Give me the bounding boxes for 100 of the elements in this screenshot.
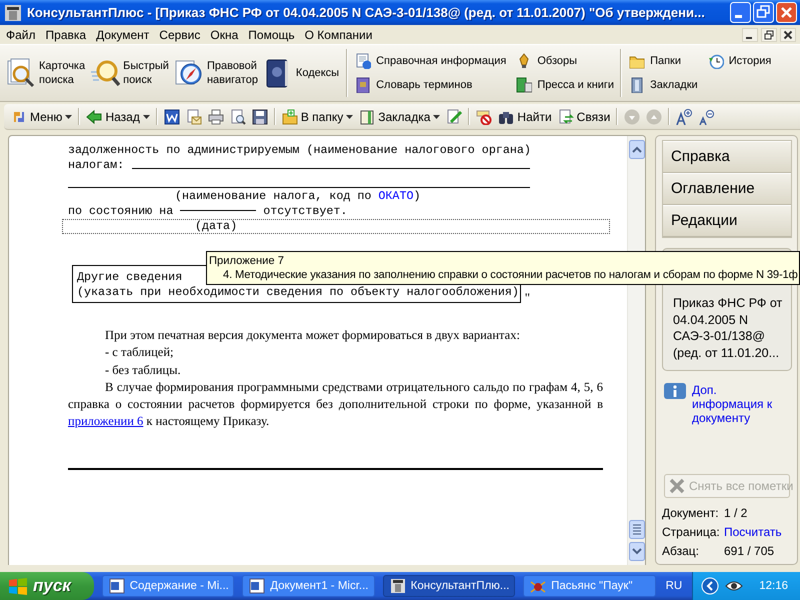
document-icon [249, 578, 266, 594]
books-icon [516, 77, 532, 93]
document-link[interactable]: ОКАТО [378, 189, 414, 203]
toolbar-button[interactable]: Закладки [627, 76, 700, 94]
paragraph: При этом печатная версия документа может формироваться в двух вариантах: [104, 327, 521, 344]
menu-item[interactable]: Помощь [243, 26, 300, 42]
toolbar-button[interactable]: История [706, 52, 774, 70]
menu-item[interactable]: Сервис [154, 26, 206, 42]
triangle-minus-icon [698, 108, 714, 124]
magnifier-page-icon [6, 58, 36, 88]
form-caption: (наименование налога, код по ОКАТО) [175, 189, 420, 203]
form-caption: (дата) [62, 219, 610, 234]
count-link[interactable]: Посчитать [724, 525, 782, 539]
taskbar-button[interactable]: Документ1 - Micr... [242, 575, 375, 597]
toolbar-button[interactable]: Назад [83, 106, 153, 126]
menu-item[interactable]: Правка [40, 26, 92, 42]
language-indicator[interactable]: RU [656, 580, 692, 592]
menu-item[interactable]: Файл [1, 26, 41, 42]
menu-item[interactable]: Документ [91, 26, 154, 42]
book-icon [629, 77, 646, 93]
triangle-plus-icon [676, 108, 692, 124]
toolbar-button[interactable]: Связи [554, 106, 614, 126]
document-restore-button[interactable] [761, 28, 777, 42]
menu-item[interactable]: О Компании [300, 26, 378, 42]
panel-tab[interactable]: Справка [663, 141, 791, 173]
form-caption: (указать при необходимости сведения по объекту налогообложения) [77, 285, 519, 300]
start-button[interactable]: пуск [0, 572, 94, 600]
scroll-down-button[interactable] [628, 542, 644, 561]
toolbar-button[interactable]: Карточка поиска [4, 56, 88, 90]
document-link[interactable]: приложении 6 [68, 414, 144, 428]
status-label: Страница: [662, 525, 721, 539]
arrow-down-icon [624, 108, 640, 124]
toolbar-button[interactable]: Папки [627, 52, 700, 70]
panel-tab[interactable]: Редакции [663, 205, 791, 237]
panel-tab[interactable]: Оглавление [663, 173, 791, 205]
no-entry-icon [476, 108, 492, 124]
document-title-line: 04.04.2005 N [673, 312, 750, 328]
document-icon [108, 578, 125, 594]
caret-icon [65, 114, 72, 118]
tooltip-text: 4. Методические указания по заполнению справки о состоянии расчетов по налогам и сборам по форме N 39-1ф [222, 268, 799, 282]
taskbar-button[interactable]: Пасьянс "Паук" [523, 575, 656, 597]
status-value: 1 / 2 [724, 506, 748, 520]
page-button[interactable] [628, 520, 644, 539]
toolbar-button[interactable]: Правовой навигатор [172, 56, 260, 90]
chevron-icon[interactable] [701, 577, 720, 595]
minimize-button[interactable] [730, 2, 751, 23]
tooltip-title: Приложение 7 [209, 254, 285, 268]
eye-icon[interactable] [725, 579, 744, 593]
info-icon [664, 383, 686, 399]
magnifier-icon [90, 58, 120, 88]
windows-flag-icon [8, 577, 28, 595]
status-label: Абзац: [662, 544, 700, 558]
document-close-button[interactable] [780, 28, 796, 42]
caret-icon [433, 114, 440, 118]
paragraph: В случае формирования программными средствами отрицательного сальдо по графам 4, 5, 6 справка о состоянии расчетов формируется без дополнительной строки по форме, указанной в приложении 6 к настоящему Приказу. [68, 378, 603, 430]
app-icon [390, 578, 406, 594]
paragraph: - с таблицей; [104, 344, 174, 362]
menu-item[interactable]: Окна [205, 26, 244, 42]
toolbar-button[interactable]: В папку [278, 106, 356, 126]
toolbar-button[interactable]: Словарь терминов [353, 76, 508, 94]
app-icon [4, 4, 22, 22]
toolbar-button[interactable]: Обзоры [514, 52, 616, 70]
taskbar-button[interactable]: Содержание - Mi... [102, 575, 234, 597]
page-pen-icon [446, 108, 462, 124]
clock-arrow-icon [708, 53, 724, 69]
scroll-up-button[interactable] [628, 140, 644, 159]
folder-icon [282, 108, 298, 124]
close-button[interactable] [776, 2, 797, 23]
toolbar-button[interactable]: Кодексы [260, 56, 342, 90]
toolbar-button[interactable]: Найти [495, 106, 555, 126]
document-minimize-button[interactable] [742, 28, 758, 42]
paragraph: - без таблицы. [104, 362, 182, 379]
cross-icon [669, 478, 685, 494]
status-label: Документ: [662, 506, 720, 520]
toolbar-button[interactable]: Пресса и книги [514, 76, 616, 94]
restore-button[interactable] [753, 2, 774, 23]
book-icon [359, 108, 376, 124]
toolbar-button[interactable]: Справочная информация [353, 52, 508, 70]
quote-mark: " [524, 293, 530, 303]
document-title-line: (ред. от 11.01.20... [673, 344, 780, 361]
form-text: по состоянию на [68, 204, 174, 218]
taskbar-button[interactable]: КонсультантПлю... [382, 575, 516, 597]
status-value: 691 / 705 [724, 544, 774, 558]
document-icon [164, 108, 180, 124]
clock: 12:16 [759, 580, 788, 592]
document-title-line: Приказ ФНС РФ от [673, 295, 784, 312]
form-text: Другие сведения [77, 270, 182, 285]
arrow-left-icon [86, 108, 102, 124]
form-label: налогам: [68, 158, 124, 173]
book-icon [355, 77, 372, 93]
caret-icon [346, 114, 354, 118]
printer-icon [208, 108, 224, 124]
window-title: КонсультантПлюс - [Приказ ФНС РФ от 04.04.2005 N САЭ-3-01/138@ (ред. от 11.01.2007) "Об утверждени... [27, 5, 706, 20]
toolbar-button[interactable]: Меню [8, 106, 76, 126]
magnifier-page-icon [230, 108, 246, 124]
info-link[interactable]: Доп. информация к документу [692, 383, 788, 425]
form-text: задолженность по администрируемым (наименование налогового органа) [68, 143, 530, 158]
toolbar-button[interactable]: Быстрый поиск [88, 56, 171, 90]
toolbar-button[interactable]: Закладка [356, 106, 444, 126]
document-title-line: САЭ-3-01/138@ [673, 328, 766, 344]
